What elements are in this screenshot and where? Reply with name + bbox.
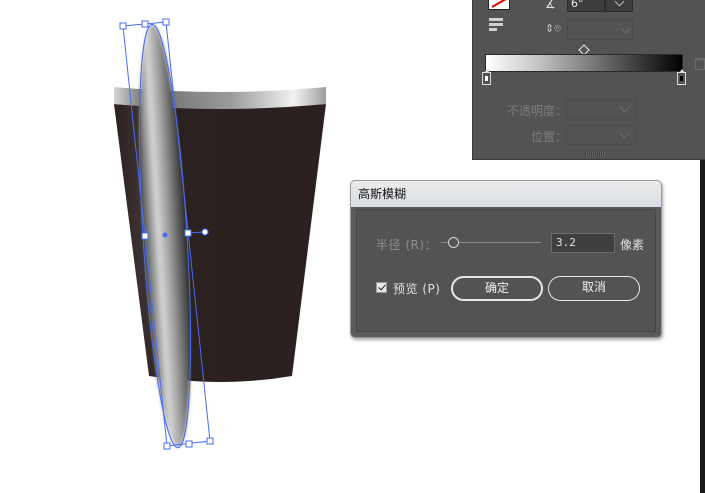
gaussian-blur-dialog: 高斯模糊 半径 (R)： 3.2 像素 预览 (P) 确定 取消 bbox=[350, 180, 662, 338]
radius-value-input[interactable]: 3.2 bbox=[551, 233, 615, 253]
gradient-panel: ∡ 6° ⇕⌾ 不透明度： 位置： bbox=[472, 0, 705, 160]
stroke-swatch-icon[interactable] bbox=[488, 0, 510, 10]
gradient-type-icon[interactable] bbox=[489, 18, 503, 32]
angle-icon: ∡ bbox=[545, 0, 556, 11]
chevron-down-icon bbox=[614, 0, 625, 7]
panel-resize-grip[interactable] bbox=[585, 152, 605, 156]
preview-label[interactable]: 预览 (P) bbox=[393, 280, 440, 297]
aspect-ratio-icon: ⇕⌾ bbox=[545, 22, 561, 35]
radius-unit-label: 像素 bbox=[620, 238, 645, 252]
rotate-handle[interactable] bbox=[201, 228, 209, 236]
cancel-button[interactable]: 取消 bbox=[548, 276, 640, 301]
radius-slider-thumb[interactable] bbox=[448, 237, 459, 248]
ok-button[interactable]: 确定 bbox=[451, 276, 543, 301]
dialog-title[interactable]: 高斯模糊 bbox=[351, 181, 661, 207]
location-label: 位置： bbox=[531, 130, 568, 144]
chevron-down-icon bbox=[619, 128, 630, 139]
chevron-down-icon bbox=[619, 102, 630, 113]
chevron-down-icon bbox=[620, 23, 631, 34]
opacity-label: 不透明度： bbox=[507, 104, 568, 118]
gradient-angle-dropdown[interactable] bbox=[605, 0, 633, 12]
center-point bbox=[162, 232, 168, 238]
dialog-body: 半径 (R)： 3.2 像素 预览 (P) 确定 取消 bbox=[356, 209, 656, 332]
radius-label: 半径 (R)： bbox=[376, 238, 438, 252]
gradient-stop-white[interactable] bbox=[482, 69, 491, 85]
gradient-slider-bar[interactable] bbox=[485, 54, 683, 72]
aspect-ratio-dropdown[interactable] bbox=[567, 20, 633, 40]
trash-icon[interactable] bbox=[695, 58, 705, 70]
opacity-dropdown[interactable] bbox=[566, 99, 636, 119]
location-dropdown[interactable] bbox=[566, 125, 636, 145]
gradient-stop-black[interactable] bbox=[677, 69, 686, 85]
gradient-angle-input[interactable]: 6° bbox=[567, 0, 605, 12]
preview-checkbox[interactable] bbox=[376, 282, 387, 293]
